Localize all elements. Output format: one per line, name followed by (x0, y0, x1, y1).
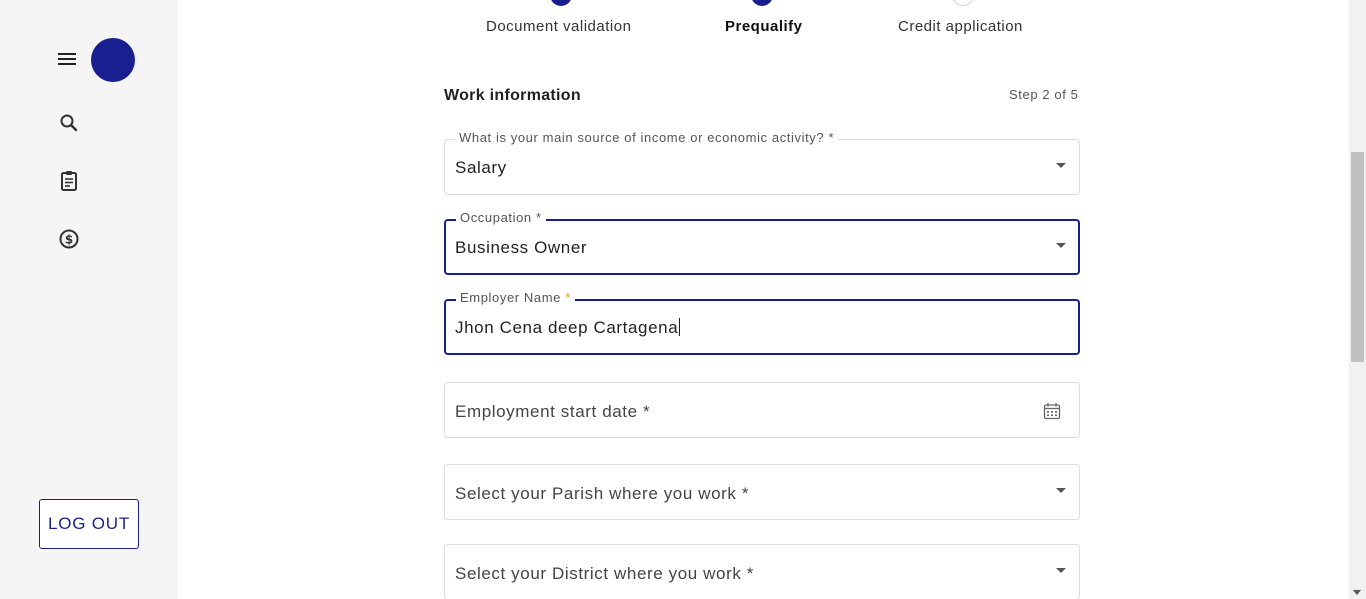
step-pending-icon (952, 0, 974, 6)
income-source-label: What is your main source of income or ec… (455, 130, 839, 145)
text-caret (679, 318, 681, 336)
step-label-credit-application[interactable]: Credit application (898, 18, 1023, 35)
district-select[interactable]: Select your District where you work * (444, 544, 1080, 599)
district-placeholder: Select your District where you work * (455, 564, 755, 583)
step-label-prequalify[interactable]: Prequalify (725, 18, 803, 35)
parish-placeholder: Select your Parish where you work * (455, 484, 750, 503)
dropdown-arrow-icon[interactable] (1056, 568, 1066, 573)
step-active-icon (751, 0, 773, 6)
menu-icon[interactable] (56, 48, 78, 70)
income-source-select[interactable]: What is your main source of income or ec… (444, 130, 1080, 195)
employer-name-value-wrap: Jhon Cena deep Cartagena (455, 318, 681, 338)
step-count: Step 2 of 5 (1009, 87, 1079, 102)
income-source-value: Salary (455, 158, 507, 177)
dropdown-arrow-icon[interactable] (1056, 488, 1066, 493)
occupation-value: Business Owner (455, 238, 588, 257)
step-label-document-validation[interactable]: Document validation (486, 18, 631, 35)
calendar-icon[interactable] (1043, 402, 1061, 420)
section-title: Work information (444, 87, 581, 104)
scroll-down-arrow-icon[interactable] (1353, 590, 1361, 595)
employer-name-value: Jhon Cena deep Cartagena (455, 318, 679, 337)
occupation-label: Occupation * (456, 210, 546, 225)
avatar[interactable] (91, 38, 135, 82)
page-scrollbar[interactable] (1349, 0, 1366, 599)
dropdown-arrow-icon[interactable] (1056, 243, 1066, 248)
sidebar: $ LOG OUT (0, 0, 178, 599)
search-icon[interactable] (57, 111, 81, 135)
employment-start-date-placeholder: Employment start date * (455, 402, 651, 421)
logout-button[interactable]: LOG OUT (39, 499, 139, 549)
parish-select[interactable]: Select your Parish where you work * (444, 464, 1080, 520)
required-star: * (565, 290, 571, 305)
employment-start-date-input[interactable]: Employment start date * (444, 382, 1080, 438)
step-completed-icon (550, 0, 572, 6)
occupation-select[interactable]: Occupation * Business Owner (444, 210, 1080, 275)
employer-name-input[interactable]: Employer Name * Jhon Cena deep Cartagena (444, 290, 1080, 355)
employer-name-label-text: Employer Name (460, 290, 561, 305)
dollar-icon[interactable]: $ (57, 227, 81, 251)
employer-name-label: Employer Name * (456, 290, 575, 305)
svg-text:$: $ (65, 233, 73, 247)
dropdown-arrow-icon[interactable] (1056, 163, 1066, 168)
scrollbar-thumb[interactable] (1351, 152, 1364, 362)
clipboard-icon[interactable] (57, 169, 81, 193)
